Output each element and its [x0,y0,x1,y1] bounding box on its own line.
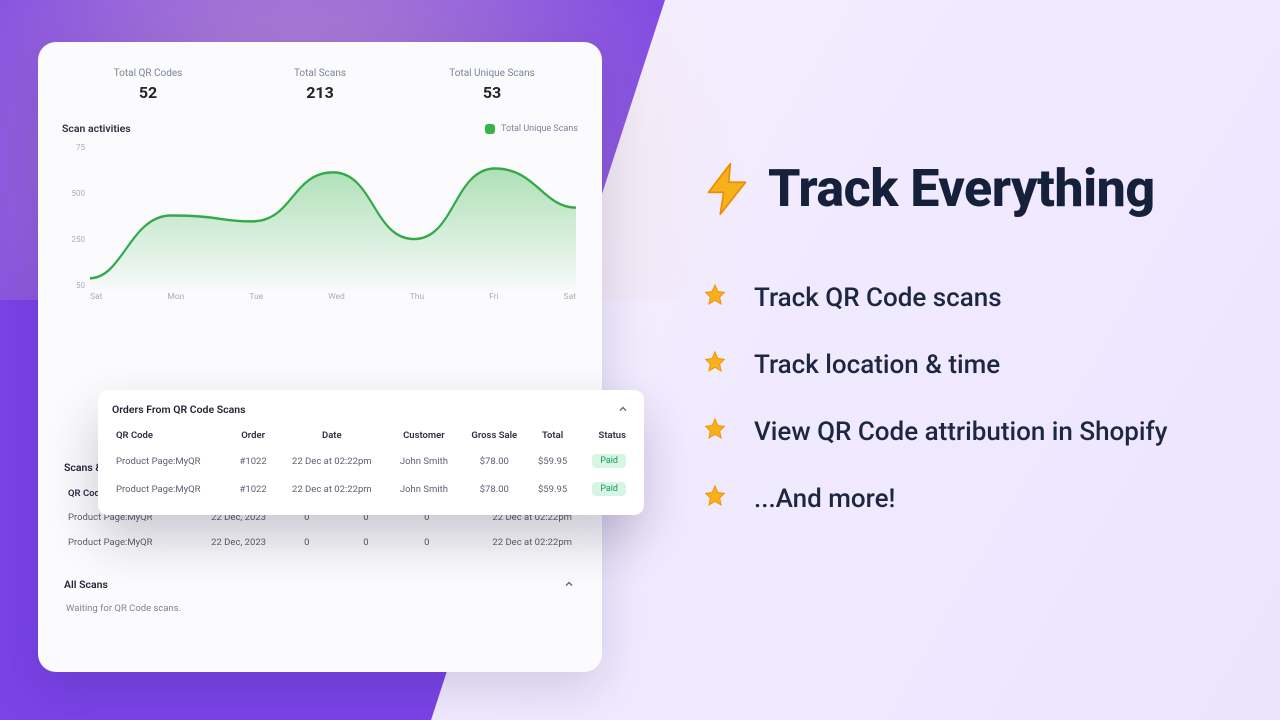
star-icon [700,350,730,380]
chart-y-axis: 75 500 250 50 [62,143,88,290]
hero-column: Track Everything Track QR Code scans Tra… [700,158,1256,517]
section-title: All Scans [64,578,108,591]
chart-legend: Total Unique Scans [485,124,578,134]
table-row[interactable]: Product Page:MyQR #1022 22 Dec at 02:22p… [112,475,630,503]
status-badge: Paid [592,454,626,468]
stat-label: Total Unique Scans [406,68,578,79]
chart-plot [90,143,576,290]
orders-from-qr-section: Orders From QR Code Scans QR Code Order … [98,390,644,515]
stat-label: Total Scans [234,68,406,79]
stat-value: 53 [406,83,578,102]
hero-headline: Track Everything [768,158,1155,219]
lightning-bolt-icon [700,162,754,216]
stat-label: Total QR Codes [62,68,234,79]
stat-total-scans: Total Scans 213 [234,68,406,102]
star-icon [700,417,730,447]
chevron-up-icon[interactable] [616,402,630,416]
stat-unique-scans: Total Unique Scans 53 [406,68,578,102]
feature-bullet: Track location & time [700,348,1256,383]
chevron-up-icon[interactable] [562,577,576,591]
feature-bullet: Track QR Code scans [700,281,1256,316]
feature-bullet: ...And more! [700,482,1256,517]
scan-activities-chart: Scan activities Total Unique Scans 75 50… [62,122,578,308]
section-title: Orders From QR Code Scans [112,403,246,416]
chart-x-axis: Sat Mon Tue Wed Thu Fri Sat [90,292,576,308]
all-scans-section: All Scans Waiting for QR Code scans. [62,569,578,620]
star-icon [700,283,730,313]
stat-total-qr: Total QR Codes 52 [62,68,234,102]
stat-value: 213 [234,83,406,102]
orders-table: QR Code Order Date Customer Gross Sale T… [112,424,630,503]
star-icon [700,484,730,514]
table-row[interactable]: Product Page:MyQR #1022 22 Dec at 02:22p… [112,447,630,475]
chart-title: Scan activities [62,122,131,135]
stat-value: 52 [62,83,234,102]
table-row[interactable]: Product Page:MyQR 22 Dec, 2023 0 0 0 22 … [64,530,576,555]
stats-row: Total QR Codes 52 Total Scans 213 Total … [62,64,578,116]
waiting-message: Waiting for QR Code scans. [64,599,576,616]
dashboard-card: Total QR Codes 52 Total Scans 213 Total … [38,42,602,672]
feature-bullet: View QR Code attribution in Shopify [700,415,1256,450]
status-badge: Paid [592,482,626,496]
legend-label: Total Unique Scans [501,124,578,134]
legend-swatch-icon [485,124,495,134]
